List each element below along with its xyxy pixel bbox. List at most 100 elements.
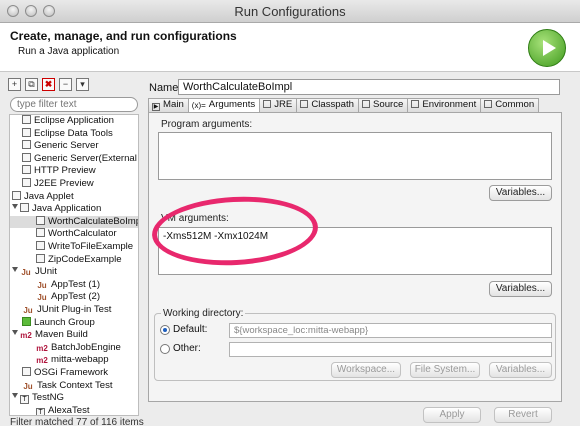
tree-item[interactable]: Launch Group [10,316,138,329]
java-config-icon [36,228,45,238]
tree-item[interactable]: HTTP Preview [10,165,138,177]
tab-main[interactable]: ▶ Main [148,98,189,112]
tree-item[interactable]: Ju AppTest (2) [10,291,138,303]
run-configurations-window: Run Configurations Create, manage, and r… [0,0,580,426]
tree-item-label: Launch Group [34,316,95,328]
expand-triangle-icon[interactable] [12,393,18,399]
tab-label: Main [163,99,184,110]
tree-item[interactable]: J2EE Preview [10,178,138,190]
http-preview-icon [22,165,31,175]
tree-item-label: Java Applet [24,190,74,202]
program-args-textarea[interactable] [158,132,552,180]
other-dir-radio[interactable] [160,344,170,354]
tree-item[interactable]: Ju Task Context Test [10,380,138,392]
expand-triangle-icon[interactable] [12,330,18,336]
file-system-button[interactable]: File System... [410,362,480,378]
program-args-variables-button[interactable]: Variables... [489,185,552,201]
filter-menu-icon[interactable]: ▾ [76,78,89,91]
tree-item[interactable]: WorthCalculator [10,228,138,240]
tab-common[interactable]: Common [480,98,540,112]
server-icon [22,152,31,162]
tree-item[interactable]: Generic Server(External L [10,152,139,165]
expand-triangle-icon[interactable] [12,267,18,273]
tree-item-label: JUnit [35,266,57,278]
tree-item-label: AppTest (1) [51,278,101,290]
tree-item[interactable]: Generic Server [10,140,138,152]
new-config-icon[interactable]: + [8,78,21,91]
java-config-icon [36,215,45,225]
tree-item-label: J2EE Preview [34,178,94,189]
window-title: Run Configurations [234,4,346,19]
tree-item[interactable]: WriteToFileExample [10,241,138,253]
arguments-tab-icon: (x)= [191,101,206,110]
default-dir-field: ${workspace_loc:mitta-webapp} [229,323,552,338]
config-tree[interactable]: Eclipse Application Eclipse Data Tools Gen… [9,114,139,416]
delete-icon[interactable]: ✖ [42,78,55,91]
revert-button[interactable]: Revert [494,407,552,423]
tab-classpath[interactable]: Classpath [296,98,359,112]
classpath-tab-icon [300,100,309,108]
tree-item[interactable]: Eclipse Application [10,115,138,127]
tree-item[interactable]: Ju JUnit Plug-in Test [10,304,138,316]
other-dir-field[interactable] [229,342,552,357]
maven-icon: m2 [36,356,48,366]
tab-arguments[interactable]: (x)= Arguments [187,98,261,112]
tree-item[interactable]: m2 mitta-webapp [10,354,138,366]
tree-item-label: Generic Server(External L [34,152,139,164]
tab-label: Environment [422,99,477,110]
tree-item[interactable]: Java Application [10,203,138,215]
osgi-icon [22,367,31,376]
tree-item-label: WorthCalculator [48,228,117,240]
maven-icon: m2 [36,343,48,353]
jre-tab-icon [263,100,272,108]
default-dir-radio[interactable] [160,325,170,335]
tree-item-label: Generic Server [34,140,99,152]
launch-group-icon [22,316,31,326]
name-field[interactable] [178,79,560,95]
maven-icon: m2 [20,331,32,341]
tab-label: Common [495,99,535,110]
apply-button[interactable]: Apply [423,407,481,423]
tab-label: Source [372,99,404,110]
collapse-all-icon[interactable]: − [59,78,72,91]
expand-triangle-icon[interactable] [12,204,18,210]
environment-tab-icon [411,100,420,108]
tree-item[interactable]: OSGi Framework [10,367,138,379]
common-tab-icon [484,100,493,108]
tree-item[interactable]: Ju JUnit [10,266,138,278]
tree-item[interactable]: Java Applet [10,190,138,203]
tree-item[interactable]: Eclipse Data Tools [10,127,138,140]
main-tab-icon: ▶ [152,103,160,111]
tree-item[interactable]: WorthCalculateBoImpl [10,215,139,228]
tree-item-label: OSGi Framework [34,367,109,378]
tree-item-label: WorthCalculateBoImpl [48,215,139,227]
tab-jre[interactable]: JRE [259,98,298,112]
working-directory-label: Working directory: [161,308,246,319]
tree-item[interactable]: T AlexaTest [10,405,138,415]
junit-icon: Ju [21,268,31,278]
tree-item[interactable]: Ju AppTest (1) [10,278,138,291]
tree-item[interactable]: T TestNG [10,392,138,405]
tree-item[interactable]: ZipCodeExample [10,253,138,266]
junit-icon: Ju [23,381,33,391]
workspace-button[interactable]: Workspace... [331,362,401,378]
program-args-label: Program arguments: [161,119,253,130]
filter-input[interactable] [10,97,138,112]
tree-item-label: mitta-webapp [51,354,109,366]
header-subtitle: Run a Java application [18,46,120,57]
junit-icon: Ju [37,293,47,303]
tree-item-label: JUnit Plug-in Test [37,304,112,315]
tree-item-label: AppTest (2) [51,291,101,303]
tree-item-label: Eclipse Application [34,115,114,126]
tree-item[interactable]: m2 Maven Build [10,329,138,341]
tree-item-label: BatchJobEngine [51,341,121,353]
tab-source[interactable]: Source [357,98,409,112]
vm-args-variables-button[interactable]: Variables... [489,281,552,297]
tree-item-label: WriteToFileExample [48,241,134,252]
config-toolbar: + ⧉ ✖ − ▾ [8,78,89,94]
eclipse-app-icon [22,115,31,124]
tree-item[interactable]: m2 BatchJobEngine [10,341,138,354]
duplicate-icon[interactable]: ⧉ [25,78,38,91]
other-dir-variables-button[interactable]: Variables... [489,362,552,378]
tab-environment[interactable]: Environment [407,98,482,112]
